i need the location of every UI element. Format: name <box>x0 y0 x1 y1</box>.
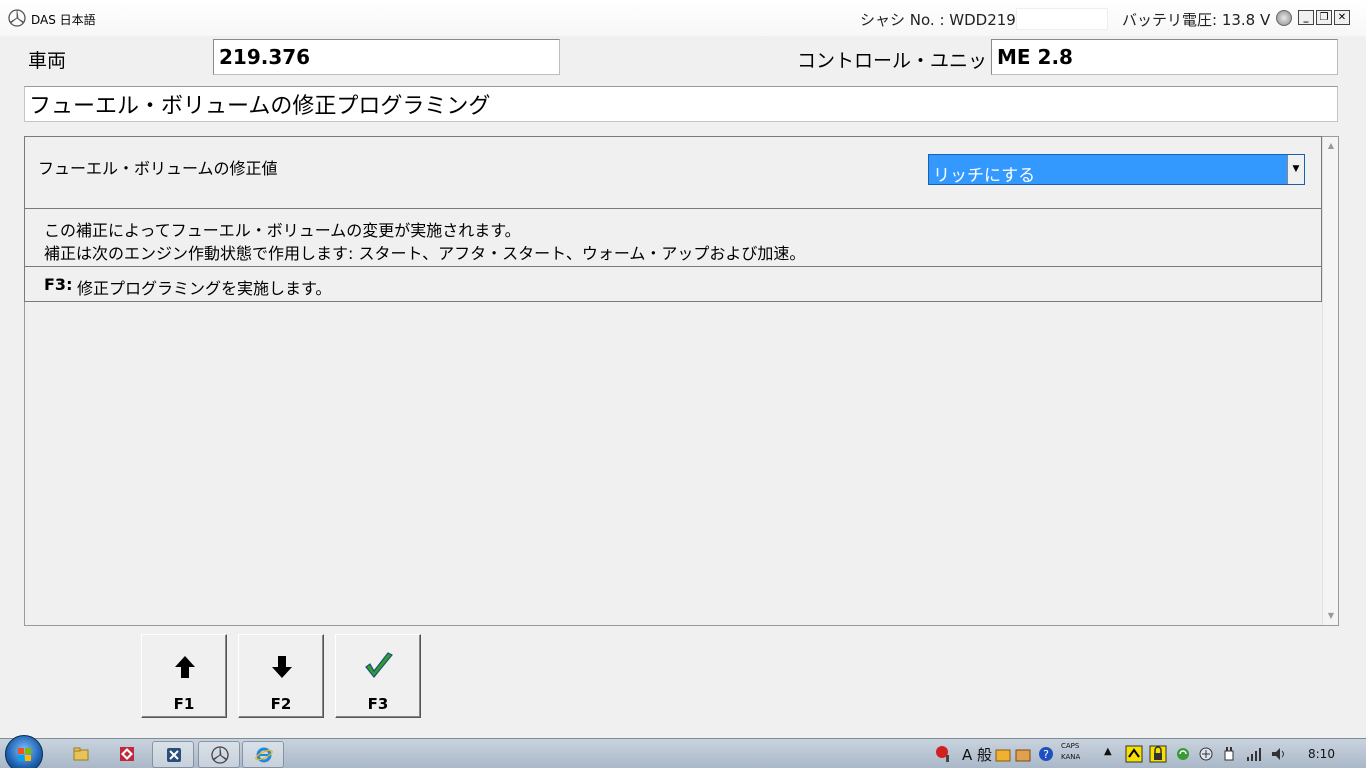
tray-lock-icon[interactable] <box>1149 745 1167 763</box>
arrow-up-icon <box>175 656 195 678</box>
ime-dictionary-icon[interactable] <box>1015 745 1031 763</box>
app-x-icon <box>167 748 181 762</box>
f1-button[interactable]: F1 <box>141 634 227 718</box>
f2-button[interactable]: F2 <box>238 634 324 718</box>
vertical-scrollbar[interactable]: ▲ ▼ <box>1322 137 1338 625</box>
show-hidden-icons-icon[interactable]: ▲ <box>1104 746 1112 764</box>
instruction-key: F3: <box>44 275 73 294</box>
correction-value-selected: リッチにする <box>933 166 1036 186</box>
checkmark-icon <box>365 652 393 678</box>
tray-network-status-icon[interactable] <box>1198 745 1214 763</box>
description-line-1: この補正によってフューエル・ボリュームの変更が実施されます。 <box>44 221 521 240</box>
signal-strength-icon[interactable] <box>1246 745 1262 763</box>
help-icon[interactable]: ? <box>1038 745 1054 763</box>
app-diamond-icon <box>120 747 134 761</box>
taskbar-app-x[interactable] <box>152 741 194 768</box>
volume-speaker-icon[interactable] <box>1270 745 1288 763</box>
control-unit-field: ME 2.8 <box>991 39 1338 75</box>
f3-button[interactable]: F3 <box>335 634 421 718</box>
windows-logo-icon <box>18 748 31 761</box>
instruction-text: 修正プログラミングを実施します。 <box>77 279 332 298</box>
setting-label: フューエル・ボリュームの修正値 <box>38 159 278 178</box>
scroll-down-arrow-icon[interactable]: ▼ <box>1323 609 1339 623</box>
taskbar: A 般 ? CAPS KANA ▲ 8:10 <box>0 735 1366 768</box>
settings-gear-icon[interactable] <box>1276 10 1292 26</box>
vehicle-value: 219.376 <box>219 45 311 69</box>
ime-mode-indicator[interactable]: A 般 <box>962 744 992 764</box>
arrow-down-icon <box>272 656 292 678</box>
taskbar-app-red[interactable] <box>106 741 148 768</box>
svg-text:?: ? <box>1043 748 1049 761</box>
vehicle-field: 219.376 <box>213 39 560 75</box>
close-button[interactable]: ✕ <box>1334 10 1350 25</box>
ime-tool-icon[interactable] <box>995 745 1011 763</box>
correction-value-select[interactable]: リッチにする ▼ <box>928 154 1305 186</box>
f3-label: F3 <box>367 695 389 713</box>
taskbar-explorer[interactable] <box>60 741 102 768</box>
clock[interactable]: 8:10 <box>1308 747 1335 761</box>
control-unit-label: コントロール・ユニット <box>797 50 1007 72</box>
chevron-down-icon[interactable]: ▼ <box>1287 155 1304 184</box>
page-title-text: フューエル・ボリュームの修正プログラミング <box>29 94 491 119</box>
f2-label: F2 <box>270 695 292 713</box>
folder-icon <box>73 747 89 761</box>
notification-flag-icon[interactable] <box>935 745 951 763</box>
title-bar: DAS 日本語 シャシ No. : WDD2193 バッテリ電圧: 13.8 V… <box>0 0 1366 36</box>
restore-button[interactable]: ❐ <box>1316 10 1332 25</box>
battery-voltage: バッテリ電圧: 13.8 V <box>1122 11 1271 29</box>
tray-app-yellow-icon[interactable] <box>1125 745 1143 763</box>
start-button[interactable] <box>5 735 43 768</box>
taskbar-das[interactable] <box>198 741 240 768</box>
app-title: DAS 日本語 <box>31 13 96 27</box>
internet-explorer-icon <box>255 747 273 763</box>
scroll-up-arrow-icon[interactable]: ▲ <box>1323 139 1339 153</box>
f1-label: F1 <box>173 695 195 713</box>
chassis-number-masked <box>1016 8 1108 30</box>
mercedes-star-icon <box>8 9 26 27</box>
power-plug-icon[interactable] <box>1222 745 1236 763</box>
chassis-number: シャシ No. : WDD2193 <box>860 11 1026 29</box>
minimize-button[interactable]: _ <box>1298 10 1314 25</box>
taskbar-ie[interactable] <box>242 741 284 768</box>
page-title: フューエル・ボリュームの修正プログラミング <box>24 86 1338 122</box>
tray-sync-icon[interactable] <box>1175 745 1191 763</box>
mercedes-star-icon <box>211 746 229 764</box>
description-line-2: 補正は次のエンジン作動状態で作用します: スタート、アフタ・スタート、ウォーム・… <box>44 244 806 263</box>
kana-indicator: KANA <box>1061 753 1081 761</box>
control-unit-value: ME 2.8 <box>997 45 1073 69</box>
vehicle-label: 車両 <box>28 50 67 72</box>
